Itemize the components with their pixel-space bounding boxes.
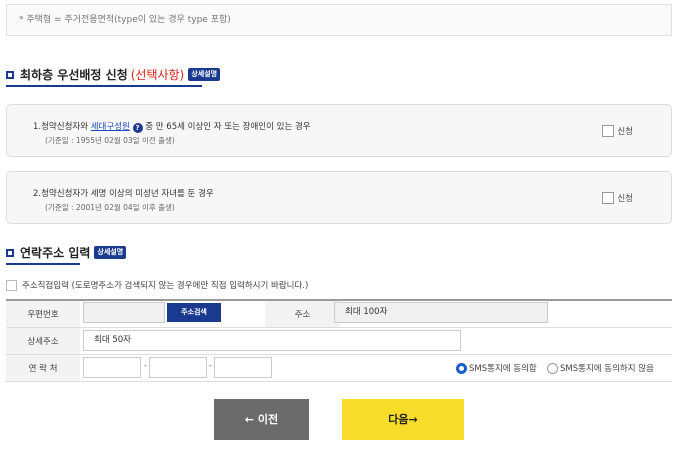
option-1-text-before: 1.청약신청자와 <box>33 122 91 132</box>
section-square-icon <box>6 248 14 257</box>
postal-code-input[interactable] <box>83 302 165 323</box>
question-icon[interactable]: ? <box>132 123 143 133</box>
sms-agree-label: SMS통지에 동의함 <box>469 364 537 374</box>
checkbox-label: 신청 <box>617 127 633 137</box>
option-1-apply-checkbox[interactable]: 신청 <box>602 125 633 137</box>
contact-section-title: 연락주소 입력 상세설명 <box>6 244 127 261</box>
sms-disagree-radio[interactable]: SMS통지에 동의하지 않음 <box>547 362 654 374</box>
phone-input-3[interactable] <box>214 357 272 378</box>
contact-detail-badge[interactable]: 상세설명 <box>94 246 127 259</box>
household-member-link[interactable]: 세대구성원 <box>91 122 130 132</box>
detail-address-label: 상세주소 <box>6 326 80 355</box>
section-underline <box>6 263 80 265</box>
housing-type-note: * 주택형 = 주거전용면적(type이 있는 경우 type 포함) <box>6 4 672 36</box>
priority-section-title: 최하층 우선배정 신청 (선택사항) 상세설명 <box>6 66 221 83</box>
checkbox-box[interactable] <box>602 192 615 204</box>
next-button[interactable]: 다음→ <box>342 399 464 440</box>
option-1-text: 1.청약신청자와 세대구성원 ? 중 만 65세 이상인 자 또는 장애인이 있… <box>33 120 311 133</box>
postal-label: 우편번호 <box>6 299 80 328</box>
priority-title: 최하층 우선배정 신청 <box>20 68 128 82</box>
priority-optional-label: (선택사항) <box>130 68 185 82</box>
sms-agree-radio[interactable]: SMS통지에 동의함 <box>456 362 537 374</box>
option-2-reference-date: (기준일 : 2001년 02월 04일 이후 출생) <box>45 203 175 212</box>
phone-input-1[interactable] <box>83 357 141 378</box>
prev-button[interactable]: ← 이전 <box>214 399 309 440</box>
option-2-apply-checkbox[interactable]: 신청 <box>602 192 633 204</box>
phone-input-2[interactable] <box>149 357 207 378</box>
phone-separator: - <box>144 361 147 370</box>
option-2-text: 2.청약신청자가 세명 이상의 미성년 자녀를 둔 경우 <box>33 189 214 199</box>
address-search-button[interactable]: 주소검색 <box>167 303 221 322</box>
section-underline <box>6 85 202 87</box>
address-label: 주소 <box>265 299 340 328</box>
priority-option-2: 2.청약신청자가 세명 이상의 미성년 자녀를 둔 경우 (기준일 : 2001… <box>6 171 672 224</box>
detail-address-input[interactable]: 최대 50자 <box>83 330 461 351</box>
checkbox-box[interactable] <box>6 279 17 291</box>
option-1-reference-date: (기준일 : 1955년 02월 03일 이전 출생) <box>45 136 175 145</box>
contact-title: 연락주소 입력 <box>20 246 91 260</box>
radio-selected-icon[interactable] <box>456 362 467 374</box>
checkbox-label: 신청 <box>617 194 633 204</box>
direct-address-checkbox[interactable]: 주소직접입력 (도로명주소가 검색되지 않는 경우에만 직접 입력하시기 바랍니… <box>6 279 308 291</box>
radio-unselected-icon[interactable] <box>547 362 558 374</box>
section-square-icon <box>6 70 14 79</box>
phone-separator: - <box>209 361 212 370</box>
priority-option-1: 1.청약신청자와 세대구성원 ? 중 만 65세 이상인 자 또는 장애인이 있… <box>6 104 672 157</box>
sms-disagree-label: SMS통지에 동의하지 않음 <box>560 364 654 374</box>
address-input[interactable]: 최대 100자 <box>334 302 548 323</box>
priority-detail-badge[interactable]: 상세설명 <box>188 68 221 81</box>
phone-label: 연 락 처 <box>6 353 80 382</box>
option-1-text-after: 중 만 65세 이상인 자 또는 장애인이 있는 경우 <box>142 122 311 132</box>
checkbox-box[interactable] <box>602 125 615 137</box>
direct-address-label: 주소직접입력 (도로명주소가 검색되지 않는 경우에만 직접 입력하시기 바랍니… <box>22 281 309 291</box>
